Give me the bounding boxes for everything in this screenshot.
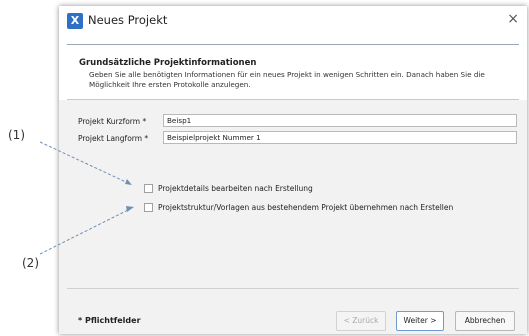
arrowhead-2-icon xyxy=(126,206,134,212)
callout-arrow-1 xyxy=(39,141,129,184)
callout-label-1: (1) xyxy=(8,128,25,142)
callout-arrow-2 xyxy=(39,208,131,255)
arrowhead-1-icon xyxy=(125,179,132,185)
callout-label-2: (2) xyxy=(22,256,39,270)
callout-arrows xyxy=(39,141,134,255)
